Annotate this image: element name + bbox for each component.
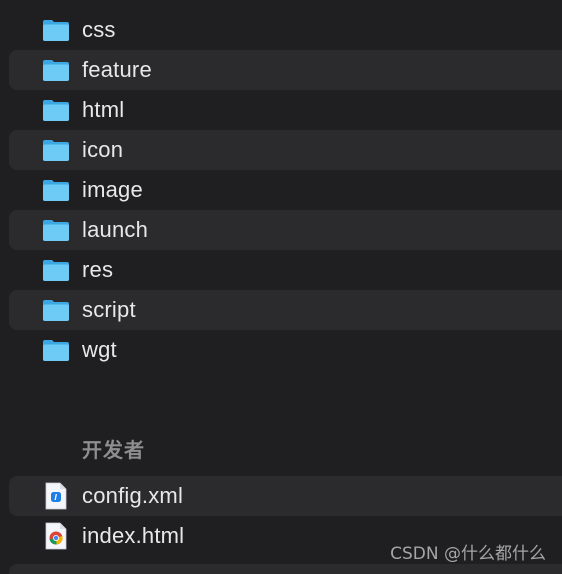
chrome-html-document-icon: [44, 522, 68, 550]
file-label: config.xml: [82, 483, 184, 508]
folder-label: launch: [82, 217, 149, 242]
folder-icon: [42, 178, 70, 202]
folder-icon: [42, 138, 70, 162]
section-heading: 开发者: [82, 438, 145, 462]
next-row-partial: [9, 564, 562, 574]
folder-row-html[interactable]: html: [0, 90, 562, 130]
folder-row-css[interactable]: css: [0, 10, 562, 50]
xml-document-icon: [44, 482, 68, 510]
folder-label: css: [82, 17, 116, 42]
folder-icon: [42, 338, 70, 362]
folder-list: css feature html icon image launch res s…: [0, 10, 562, 370]
folder-label: image: [82, 177, 143, 202]
file-label: index.html: [82, 523, 185, 548]
folder-label: wgt: [82, 337, 117, 362]
folder-icon: [42, 98, 70, 122]
folder-icon: [42, 258, 70, 282]
folder-row-icon[interactable]: icon: [0, 130, 562, 170]
folder-row-feature[interactable]: feature: [0, 50, 562, 90]
watermark: CSDN @什么都什么: [390, 544, 546, 564]
folder-row-script[interactable]: script: [0, 290, 562, 330]
folder-label: feature: [82, 57, 152, 82]
folder-label: script: [82, 297, 136, 322]
folder-label: icon: [82, 137, 124, 162]
folder-label: html: [82, 97, 125, 122]
folder-icon: [42, 218, 70, 242]
file-row-config-xml[interactable]: config.xml: [0, 476, 562, 516]
folder-icon: [42, 18, 70, 42]
folder-row-wgt[interactable]: wgt: [0, 330, 562, 370]
folder-label: res: [82, 257, 114, 282]
folder-icon: [42, 58, 70, 82]
folder-row-image[interactable]: image: [0, 170, 562, 210]
folder-row-launch[interactable]: launch: [0, 210, 562, 250]
folder-icon: [42, 298, 70, 322]
folder-row-res[interactable]: res: [0, 250, 562, 290]
